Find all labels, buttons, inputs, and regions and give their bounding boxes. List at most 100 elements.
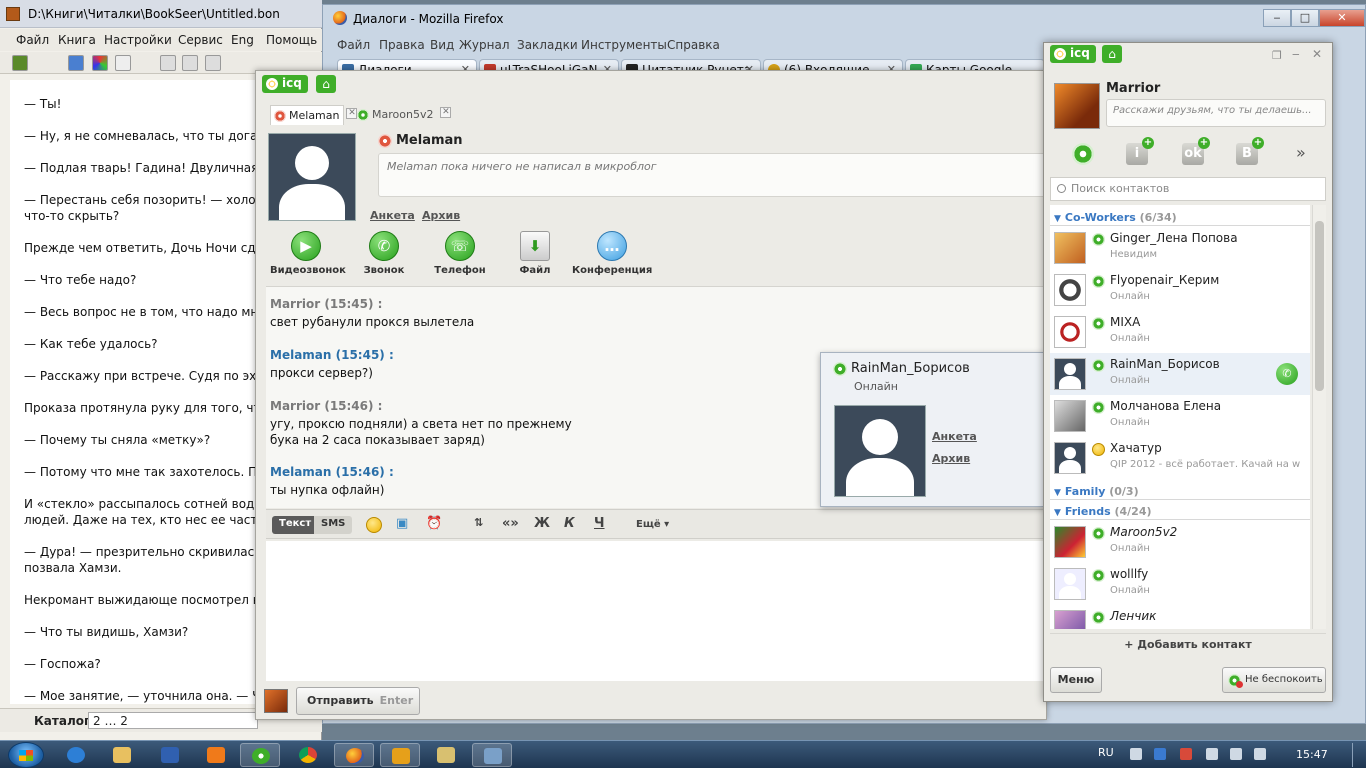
translit-icon[interactable]: ⇅	[474, 516, 483, 529]
close-icon[interactable]: ✕	[1312, 47, 1322, 61]
ff-menu-bookmarks[interactable]: Закладки	[517, 38, 578, 52]
contact-item[interactable]: Молчанова Елена Онлайн	[1050, 395, 1310, 437]
taskbar-ie[interactable]	[56, 743, 96, 767]
telephone-button[interactable]: ☏ Телефон	[430, 231, 490, 276]
icq-badge[interactable]: icq	[1050, 45, 1096, 63]
add-vk-icon[interactable]: B +	[1236, 137, 1264, 165]
icq-badge[interactable]: icq	[262, 75, 308, 93]
tooltip-archive-link[interactable]: Архив	[932, 452, 970, 465]
contact-item[interactable]: Ginger_Лена Попова Невидим	[1050, 227, 1310, 269]
bookseer-menu-service[interactable]: Сервис	[178, 33, 223, 47]
home-icon[interactable]: ⌂	[316, 75, 336, 93]
sms-mode-toggle[interactable]: SMS	[314, 516, 353, 534]
start-button[interactable]	[8, 742, 44, 768]
color-wheel-icon[interactable]	[92, 55, 108, 71]
my-avatar[interactable]	[1054, 83, 1100, 129]
taskbar-icq[interactable]	[240, 743, 280, 767]
battery-icon[interactable]	[1206, 748, 1218, 760]
tray-chevron-icon[interactable]	[1130, 748, 1142, 760]
minimize-icon[interactable]: ‒	[1292, 47, 1300, 61]
alarm-clock-icon[interactable]: ⏰	[426, 516, 442, 531]
quote-icon[interactable]: «»	[502, 516, 519, 531]
volume-icon[interactable]	[1254, 748, 1266, 760]
contact-item[interactable]: Ленчик	[1050, 605, 1310, 629]
taskbar-firefox[interactable]	[334, 743, 374, 767]
ff-menu-file[interactable]: Файл	[337, 38, 370, 52]
restore-icon[interactable]: ❐	[1272, 49, 1282, 62]
contact-item[interactable]: RainMan_Борисов Онлайн ✆	[1050, 353, 1310, 395]
bookseer-titlebar[interactable]: D:\Книги\Читалки\BookSeer\Untitled.bon	[0, 0, 322, 28]
send-file-button[interactable]: ⬇ Файл	[514, 231, 556, 276]
taskbar-explorer[interactable]	[102, 743, 142, 767]
contact-list-scrollbar[interactable]	[1312, 205, 1326, 629]
bookseer-menu-settings[interactable]: Настройки	[104, 33, 172, 47]
more-chevron-icon[interactable]: »	[1296, 143, 1306, 162]
italic-icon[interactable]: К	[564, 516, 575, 531]
main-menu-button[interactable]: Меню	[1050, 667, 1102, 693]
call-phone-icon[interactable]: ✆	[1276, 363, 1298, 385]
taskbar-office[interactable]	[380, 743, 420, 767]
contact-list[interactable]: ▼ Co-Workers (6/34) Ginger_Лена Попова Не…	[1050, 205, 1310, 629]
group-coworkers[interactable]: ▼ Co-Workers (6/34)	[1054, 211, 1177, 224]
more-menu-button[interactable]: Ещё ▾	[636, 519, 669, 530]
language-indicator[interactable]: RU	[1098, 746, 1114, 759]
chart-icon[interactable]	[68, 55, 84, 71]
taskbar-chrome[interactable]	[288, 743, 328, 767]
taskbar-tool[interactable]	[426, 743, 466, 767]
bookseer-menu-eng[interactable]: Eng	[231, 33, 254, 47]
bookseer-menu-file[interactable]: Файл	[16, 33, 49, 47]
send-button[interactable]: Отправить Enter	[296, 687, 420, 715]
ff-menu-history[interactable]: Журнал	[459, 38, 510, 52]
tray-warning-icon[interactable]	[1180, 748, 1192, 760]
signal-icon[interactable]	[1230, 748, 1242, 760]
maximize-icon[interactable]: □	[1291, 9, 1319, 27]
add-contact-button[interactable]: + Добавить контакт	[1050, 633, 1326, 655]
contact-item[interactable]: Хачатур QIP 2012 - всё работает. Качай н…	[1050, 437, 1310, 479]
text-mode-toggle[interactable]: Текст	[272, 516, 319, 534]
ff-menu-help[interactable]: Справка	[667, 38, 720, 52]
bold-icon[interactable]: Ж	[534, 516, 550, 531]
firefox-titlebar[interactable]: Диалоги - Mozilla Firefox ‒ □ ✕	[323, 5, 1366, 31]
smiley-icon[interactable]	[366, 517, 382, 533]
contact-item[interactable]: Maroon5v2 Онлайн	[1050, 521, 1310, 563]
zoom-icon[interactable]	[115, 55, 131, 71]
catalog-field[interactable]: 2 … 2	[88, 712, 258, 729]
taskbar-app[interactable]	[150, 743, 190, 767]
tab-close-icon[interactable]: ✕	[440, 107, 452, 118]
profile-link[interactable]: Анкета	[370, 209, 415, 222]
underline-icon[interactable]: Ч	[594, 516, 605, 531]
close-icon[interactable]: ✕	[1319, 9, 1365, 27]
show-desktop-button[interactable]	[1352, 743, 1362, 767]
add-info-icon[interactable]: i +	[1126, 137, 1154, 165]
taskbar-bookseer[interactable]	[472, 743, 512, 767]
message-input[interactable]	[266, 541, 1046, 681]
do-not-disturb-button[interactable]: Не беспокоить	[1222, 667, 1326, 693]
ff-menu-edit[interactable]: Правка	[379, 38, 425, 52]
bookseer-menu-book[interactable]: Книга	[58, 33, 96, 47]
contact-item[interactable]: Flyopenair_Керим Онлайн	[1050, 269, 1310, 311]
document-icon[interactable]	[160, 55, 176, 71]
status-flower-icon[interactable]	[1072, 143, 1094, 165]
my-status-input[interactable]: Расскажи друзьям, что ты делаешь...	[1106, 99, 1326, 127]
taskbar-media[interactable]	[196, 743, 236, 767]
contact-item[interactable]: MIXA Онлайн	[1050, 311, 1310, 353]
tv-icon[interactable]: ▣	[396, 516, 408, 531]
ff-menu-tools[interactable]: Инструменты	[581, 38, 667, 52]
chat-tab-maroon5v2[interactable]: Maroon5v2 ✕	[354, 105, 452, 125]
contact-search-input[interactable]: Поиск контактов	[1050, 177, 1326, 201]
call-button[interactable]: ✆ Звонок	[358, 231, 410, 276]
bookseer-menu-help[interactable]: Помощь	[266, 33, 317, 47]
group-family[interactable]: ▼ Family (0/3)	[1054, 485, 1139, 498]
minimize-icon[interactable]: ‒	[1263, 9, 1291, 27]
group-friends[interactable]: ▼ Friends (4/24)	[1054, 505, 1152, 518]
my-avatar[interactable]	[264, 689, 288, 713]
chat-tab-melaman[interactable]: Melaman ✕	[270, 105, 358, 125]
conference-button[interactable]: … Конференция	[572, 231, 652, 276]
archive-link[interactable]: Архив	[422, 209, 460, 222]
books-icon[interactable]	[12, 55, 28, 71]
clock[interactable]: 15:47	[1296, 748, 1328, 761]
scrollbar-thumb[interactable]	[1315, 221, 1324, 391]
tray-network-icon[interactable]	[1154, 748, 1166, 760]
contact-avatar[interactable]	[268, 133, 356, 221]
video-call-button[interactable]: ▶ Видеозвонок	[270, 231, 346, 276]
